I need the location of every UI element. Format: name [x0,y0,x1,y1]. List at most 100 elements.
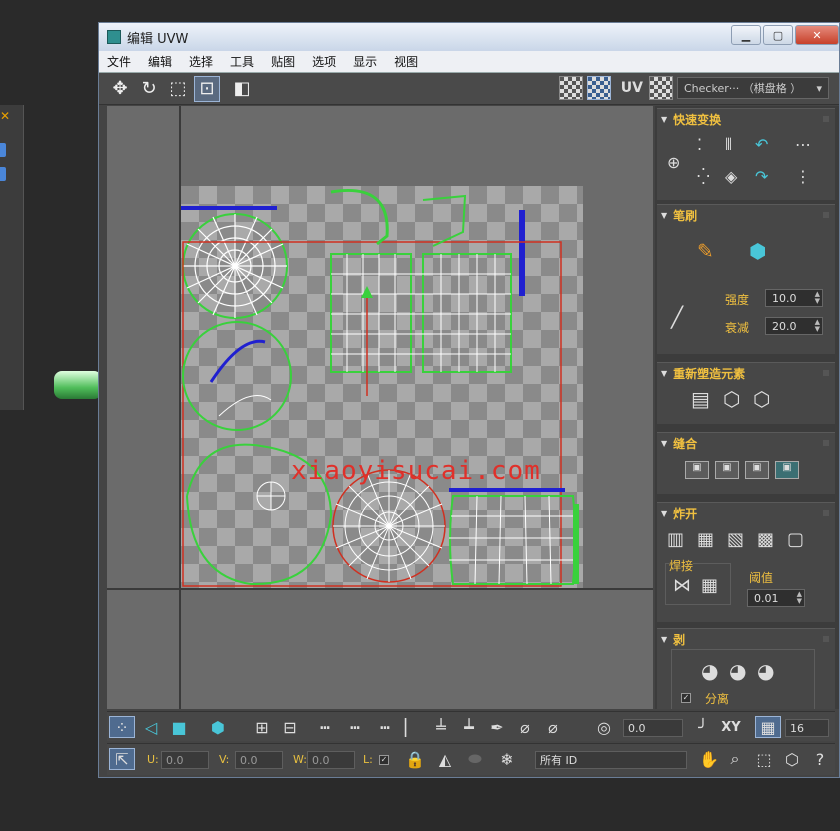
stitch-custom-icon[interactable]: ▣ [775,461,799,479]
peel-mode-icon[interactable]: ◕ [729,659,746,683]
paint-select-icon[interactable]: ✒ [485,716,509,738]
absolute-offset-icon[interactable]: ⇱ [109,748,135,770]
edge-loop-icon[interactable]: ╧ [429,716,453,738]
checker-icon[interactable]: ▩ [757,529,774,550]
xy-toggle[interactable]: XY [717,716,745,738]
freeze-icon[interactable]: ❄ [495,748,519,770]
weld-selected-icon[interactable]: ⋈ [673,575,691,596]
maximize-button[interactable]: ▢ [763,25,793,45]
u-field[interactable]: 0.0 [161,751,209,769]
weld-target-icon[interactable]: ▦ [701,575,718,596]
close-icon[interactable]: ✕ [0,109,10,123]
frame-icon[interactable]: ▢ [787,529,804,550]
align-v-icon[interactable]: ⦀ [725,135,732,155]
rotate-cw-icon[interactable]: ↷ [755,167,768,186]
scale-icon[interactable]: ⬚ [165,76,191,102]
zoom-extents-icon[interactable]: ⬡ [779,748,805,770]
mirror-icon[interactable]: ◧ [229,76,255,102]
angle-field[interactable]: 0.0 [623,719,683,737]
rotate-icon[interactable]: ↻ [136,76,162,102]
section-header[interactable]: ▼ 快速变换 [657,109,835,129]
stitch-target-icon[interactable]: ▣ [745,461,769,479]
minimize-button[interactable]: ▁ [731,25,761,45]
relax-element-icon[interactable]: ⬡ [753,387,770,411]
element-mode-icon[interactable]: ⬢ [205,716,231,738]
lock-icon[interactable]: 🔒 [403,748,427,770]
stitch-average-icon[interactable]: ▣ [715,461,739,479]
checker-toggle-icon[interactable] [586,76,611,100]
soft-selection-icon[interactable]: ◎ [591,716,617,738]
quick-peel-icon[interactable]: ◕ [701,659,718,683]
v-field[interactable]: 0.0 [235,751,283,769]
falloff-curve-icon[interactable]: ╯ [691,716,715,738]
panel-tab-button[interactable] [0,143,6,157]
menu-edit[interactable]: 编辑 [148,53,172,70]
uv-viewport[interactable]: xiaoyisucai.com [107,106,653,709]
polygon-mode-icon[interactable]: ■ [167,716,191,738]
spread-icon[interactable]: ⁛ [697,167,710,186]
reset-peel-icon[interactable]: ◕ [757,659,774,683]
threshold-spinner[interactable]: 0.01 ▲ ▼ [747,589,805,607]
panel-tab-button[interactable] [0,167,6,181]
show-map-icon[interactable] [558,76,583,100]
show-all-icon[interactable]: ⬬ [461,748,489,770]
menu-display[interactable]: 显示 [353,53,377,70]
section-header[interactable]: ▼ 缝合 [657,433,835,453]
help-icon[interactable]: ? [807,748,833,770]
w-field[interactable]: 0.0 [307,751,355,769]
detach-checkbox[interactable]: ✓ [681,693,691,703]
brush-line-icon[interactable]: ╱ [671,305,683,329]
menu-view[interactable]: 视图 [394,53,418,70]
relax-icon[interactable]: ⬡ [723,387,740,411]
straighten-selection-icon[interactable]: ▤ [691,387,710,411]
menu-file[interactable]: 文件 [107,53,131,70]
flatten-icon[interactable]: ▧ [727,529,744,550]
vertex-mode-icon[interactable]: ⁘ [109,716,135,738]
explode-icon[interactable]: ▦ [697,529,714,550]
l-checkbox[interactable]: ✓ [379,755,389,765]
zoom-icon[interactable]: ⌕ [723,748,747,770]
select-inverted-icon[interactable]: ⊟ [277,716,303,738]
rotate-ccw-icon[interactable]: ↶ [755,135,768,154]
select-by-element-icon[interactable]: ⊞ [249,716,275,738]
edge-mode-icon[interactable]: ◁ [139,716,163,738]
enlarge-brush-icon[interactable]: ⌀ [513,716,537,738]
strength-spinner[interactable]: 10.0 ▲ ▼ [765,289,823,307]
menu-mapping[interactable]: 贴图 [271,53,295,70]
uv-islands[interactable] [181,186,583,588]
menu-tools[interactable]: 工具 [230,53,254,70]
edge-ring-icon[interactable]: ┷ [457,716,481,738]
checker-dropdown[interactable]: Checker··· （棋盘格 ） ▾ [677,77,829,99]
stitch-source-icon[interactable]: ▣ [685,461,709,479]
align-center-icon[interactable]: ⊕ [667,153,680,172]
section-header[interactable]: ▼ 笔刷 [657,205,835,225]
straighten-icon[interactable]: ◈ [725,167,737,186]
pan-icon[interactable]: ✋ [697,748,721,770]
freeform-icon[interactable]: ⊡ [194,75,220,102]
id-filter-dropdown[interactable]: 所有 ID [535,751,687,769]
menu-options[interactable]: 选项 [312,53,336,70]
break-icon[interactable]: ▥ [667,529,684,550]
hide-icon[interactable]: ◭ [433,748,457,770]
zoom-region-icon[interactable]: ⬚ [751,748,777,770]
section-header[interactable]: ▼ 重新塑造元素 [657,363,835,383]
grid-size-field[interactable]: 16 [785,719,829,737]
title-bar[interactable]: 编辑 UVW ▁ ▢ ✕ [99,23,839,51]
shrink-brush-icon[interactable]: ⌀ [541,716,565,738]
move-icon[interactable]: ✥ [107,76,133,102]
align-h-icon[interactable]: ⁚ [697,135,702,154]
texture-icon[interactable] [649,76,673,100]
grid-snap-icon[interactable]: ▦ [755,716,781,738]
falloff-spinner[interactable]: 20.0 ▲ ▼ [765,317,823,335]
distribute-v-icon[interactable]: ⋮ [795,167,811,186]
distribute-h-icon[interactable]: ⋯ [795,135,811,154]
section-header[interactable]: ▼ 剥 [657,629,835,649]
close-button[interactable]: ✕ [795,25,839,45]
section-header[interactable]: ▼ 炸开 [657,503,835,523]
uv-label[interactable]: UV [621,80,643,96]
menu-select[interactable]: 选择 [189,53,213,70]
ring-selection-icon[interactable]: ▏ [401,716,421,738]
shrink-selection-icon[interactable]: ┅ [341,716,369,738]
relax-brush-icon[interactable]: ⬢ [749,239,766,263]
loop-selection-icon[interactable]: ┅ [371,716,399,738]
